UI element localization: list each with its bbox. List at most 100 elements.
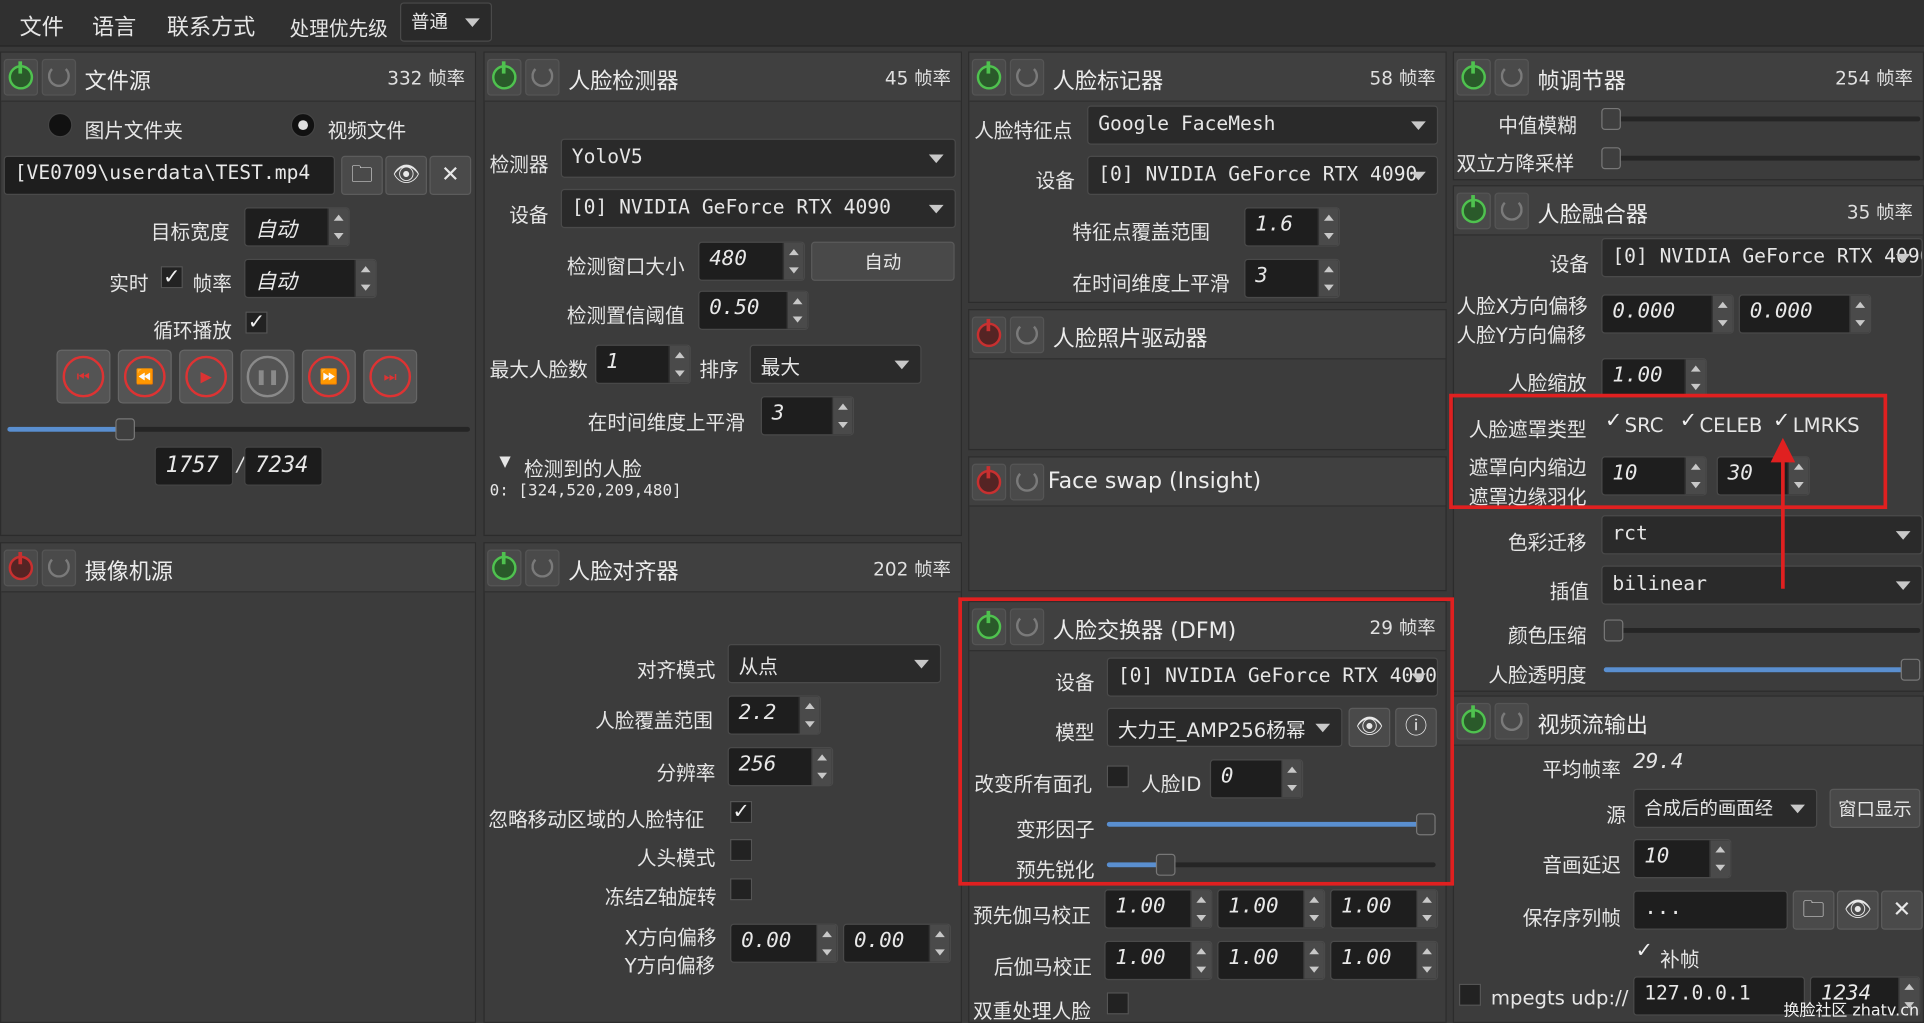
seek-back-button[interactable]: ⏪ [117,349,172,404]
device-select[interactable]: [0] NVIDIA GeForce RTX 4090 [1601,237,1923,278]
pause-button[interactable]: ❚❚ [240,349,295,404]
preview-button[interactable]: 👁 [385,155,428,196]
bicubic-knob[interactable] [1601,147,1621,170]
reset-button[interactable] [1494,702,1529,740]
reset-button[interactable] [1009,316,1045,354]
reset-button[interactable] [525,549,560,587]
landmarks-select[interactable]: Google FaceMesh [1087,105,1439,145]
source-select[interactable]: 合成后的画面经 [1633,788,1818,828]
swap-all-checkbox[interactable] [1106,765,1129,788]
reset-button[interactable] [525,58,560,96]
power-button[interactable] [971,316,1007,354]
model-info-button[interactable]: ⓘ [1395,707,1437,748]
erode-spinbox[interactable]: 10 [1601,456,1707,496]
timeline-slider[interactable] [7,418,470,441]
fps-spinbox[interactable]: 自动 [244,258,377,299]
loop-checkbox[interactable]: ✓ [245,311,268,334]
chevron-down-icon[interactable]: ▼ [499,453,510,470]
color-compress-knob[interactable] [1603,619,1624,642]
power-button[interactable] [1456,192,1491,230]
open-folder-button[interactable]: 🗀 [341,155,383,196]
reset-button[interactable] [1494,192,1529,230]
pre-gamma-r-spinbox[interactable]: 1.00 [1104,889,1213,929]
mask-lmrks-checkbox[interactable]: ✓ [1771,410,1793,433]
power-button[interactable] [487,58,522,96]
play-button[interactable]: ▶ [179,349,234,404]
post-gamma-g-spinbox[interactable]: 1.00 [1217,940,1326,981]
power-button[interactable] [1456,58,1491,96]
median-blur-knob[interactable] [1601,107,1621,131]
realtime-checkbox[interactable]: ✓ [160,266,183,289]
window-display-button[interactable]: 窗口显示 [1829,788,1921,828]
power-button[interactable] [1456,702,1491,740]
opacity-knob[interactable] [1900,658,1921,681]
sharpen-slider[interactable] [1106,853,1436,876]
median-blur-slider[interactable] [1601,107,1921,131]
mask-celeb-checkbox[interactable]: ✓ [1677,410,1699,433]
reset-button[interactable] [41,58,77,96]
opacity-slider[interactable] [1603,658,1921,681]
max-faces-spinbox[interactable]: 1 [595,344,691,384]
fill-frames-checkbox[interactable]: ✓ [1633,940,1655,963]
smooth-spinbox[interactable]: 3 [760,396,855,436]
frame-current[interactable]: 1757 [154,446,234,486]
device-select[interactable]: [0] NVIDIA GeForce RTX 4090 [1087,155,1439,196]
power-button[interactable] [971,58,1007,96]
save-preview-button[interactable]: 👁 [1836,890,1879,930]
clear-button[interactable]: ✕ [429,155,472,196]
y-offset-spinbox[interactable]: 0.000 [1738,294,1872,334]
interpolation-select[interactable]: bilinear [1601,565,1923,605]
priority-select[interactable]: 普通 [400,2,493,42]
resolution-spinbox[interactable]: 256 [727,747,834,787]
range-spinbox[interactable]: 1.6 [1244,207,1340,247]
menu-file[interactable]: 文件 [20,10,64,42]
device-select[interactable]: [0] NVIDIA GeForce RTX 4090 [1106,657,1439,697]
sort-select[interactable]: 最大 [749,344,922,384]
save-folder-button[interactable]: 🗀 [1792,890,1835,930]
power-button[interactable] [971,463,1007,501]
save-sequence-input[interactable]: ... [1633,890,1788,930]
scale-spinbox[interactable]: 1.00 [1601,358,1707,398]
menu-language[interactable]: 语言 [92,10,136,42]
seek-begin-button[interactable]: ⏮ [56,349,111,404]
power-button[interactable] [3,549,39,587]
morph-knob[interactable] [1415,813,1436,836]
power-button[interactable] [971,608,1007,646]
target-width-spinbox[interactable]: 自动 [244,207,350,247]
window-size-spinbox[interactable]: 480 [698,241,805,281]
reset-button[interactable] [1009,58,1045,96]
ignore-moving-checkbox[interactable]: ✓ [730,800,753,824]
align-mode-select[interactable]: 从点 [727,643,942,684]
reset-button[interactable] [1009,608,1045,646]
seek-end-button[interactable]: ⏭ [363,349,418,404]
radio-image-folder[interactable] [47,112,73,138]
model-preview-button[interactable]: 👁 [1348,707,1391,748]
coverage-spinbox[interactable]: 2.2 [727,695,821,735]
freeze-z-checkbox[interactable] [730,878,753,901]
pre-gamma-g-spinbox[interactable]: 1.00 [1217,889,1326,929]
color-transfer-select[interactable]: rct [1601,515,1923,555]
bicubic-slider[interactable] [1601,147,1921,170]
power-button[interactable] [3,58,39,96]
file-path-input[interactable]: [VE0709\userdata\TEST.mp4 [3,155,335,196]
head-mode-checkbox[interactable] [730,839,753,862]
device-select[interactable]: [0] NVIDIA GeForce RTX 4090 [560,188,956,229]
threshold-spinbox[interactable]: 0.50 [698,290,809,330]
double-process-checkbox[interactable] [1106,992,1129,1015]
reset-button[interactable] [1009,463,1045,501]
post-gamma-r-spinbox[interactable]: 1.00 [1104,940,1213,981]
morph-slider[interactable] [1106,813,1436,836]
detector-select[interactable]: YoloV5 [560,138,956,178]
av-delay-spinbox[interactable]: 10 [1633,839,1732,879]
seek-forward-button[interactable]: ⏩ [301,349,356,404]
mpegts-host-input[interactable]: 127.0.0.1 [1633,976,1805,1016]
face-id-spinbox[interactable]: 0 [1209,759,1304,799]
auto-button[interactable]: 自动 [811,241,955,281]
menu-contact[interactable]: 联系方式 [167,10,255,42]
smooth-spinbox[interactable]: 3 [1244,258,1340,299]
x-offset-spinbox[interactable]: 0.00 [730,923,839,963]
pre-gamma-b-spinbox[interactable]: 1.00 [1330,889,1439,929]
y-offset-spinbox[interactable]: 0.00 [842,923,951,963]
post-gamma-b-spinbox[interactable]: 1.00 [1330,940,1439,981]
radio-video-file[interactable] [290,112,316,138]
